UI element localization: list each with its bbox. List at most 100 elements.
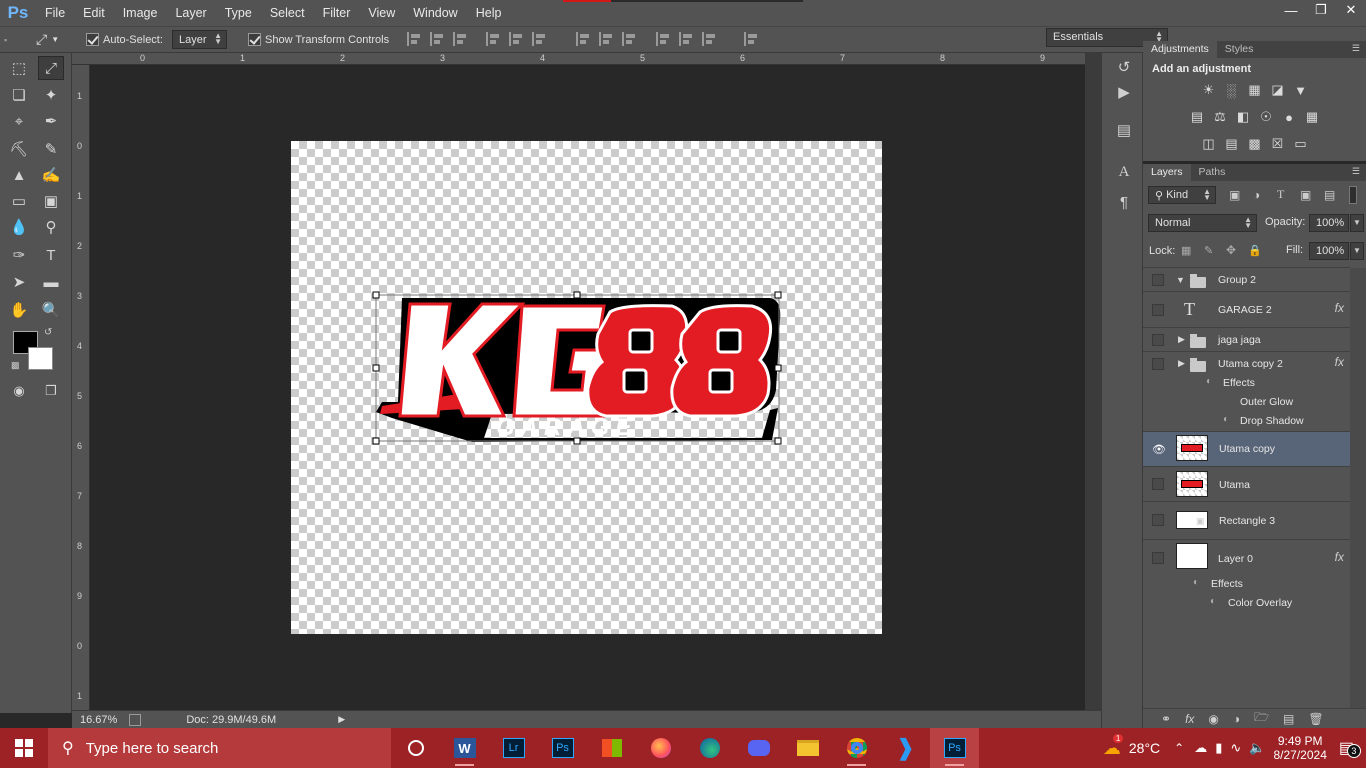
crop-tool-icon[interactable]: ⌖ — [6, 109, 32, 133]
transform-handle[interactable] — [774, 291, 782, 299]
menu-edit[interactable]: Edit — [74, 0, 114, 26]
chevron-up-icon[interactable]: ⌃ — [1174, 741, 1184, 755]
effect-visibility-icon[interactable]: ◐ — [1193, 577, 1199, 588]
delete-layer-icon[interactable]: 🗑 — [1308, 712, 1323, 726]
menu-select[interactable]: Select — [261, 0, 314, 26]
link-layers-icon[interactable]: ⚭ — [1161, 712, 1171, 726]
history-brush-tool-icon[interactable]: ✍ — [38, 163, 64, 187]
photoshop-taskbar-icon[interactable]: Ps — [538, 728, 587, 768]
expand-arrow-icon[interactable]: ▶ — [1178, 334, 1185, 345]
layer-row[interactable]: Utama — [1143, 467, 1350, 502]
layers-scrollbar[interactable] — [1350, 268, 1366, 708]
magic-wand-tool-icon[interactable]: ✦ — [38, 83, 64, 107]
wifi-icon[interactable]: ∿ — [1230, 740, 1241, 756]
quick-mask-icon[interactable]: ◉ — [6, 379, 32, 403]
layer-row-selected[interactable]: 👁 Utama copy — [1143, 432, 1350, 467]
paragraph-panel-icon[interactable]: ¶ — [1115, 193, 1133, 211]
posterize-icon[interactable]: ▤ — [1223, 136, 1241, 152]
tab-adjustments[interactable]: Adjustments — [1143, 41, 1217, 58]
actions-panel-icon[interactable]: ▶ — [1115, 83, 1133, 101]
auto-select-checkbox[interactable] — [86, 33, 99, 46]
layer-effects-icon[interactable]: fx — [1335, 550, 1344, 564]
tab-styles[interactable]: Styles — [1217, 41, 1262, 58]
visibility-toggle[interactable] — [1152, 514, 1164, 526]
transform-handle[interactable] — [774, 364, 782, 372]
layer-effects-icon[interactable]: fx — [1335, 355, 1344, 369]
store-icon[interactable] — [587, 728, 636, 768]
effect-outer-glow[interactable]: Outer Glow — [1240, 396, 1293, 408]
threshold-icon[interactable]: ▩ — [1246, 136, 1264, 152]
brush-tool-icon[interactable]: ✎ — [38, 137, 64, 161]
hue-saturation-icon[interactable]: ▤ — [1188, 109, 1206, 125]
screen-mode-icon[interactable]: ❐ — [38, 379, 64, 403]
clock[interactable]: 9:49 PM 8/27/2024 — [1273, 734, 1326, 762]
distribute-vcenter-icon[interactable] — [599, 32, 613, 46]
transform-handle[interactable] — [573, 291, 581, 299]
channel-mixer-icon[interactable]: ● — [1280, 109, 1298, 125]
layer-row[interactable]: T GARAGE 2 fx — [1143, 292, 1350, 328]
menu-help[interactable]: Help — [467, 0, 511, 26]
volume-icon[interactable]: 🔈 — [1249, 740, 1265, 756]
notification-icon[interactable]: ▤3 — [1339, 738, 1361, 758]
menu-type[interactable]: Type — [216, 0, 261, 26]
pen-tool-icon[interactable]: ✑ — [6, 243, 32, 267]
invert-icon[interactable]: ◫ — [1200, 136, 1218, 152]
align-vcenter-icon[interactable] — [430, 32, 444, 46]
new-layer-icon[interactable]: ▤ — [1283, 712, 1294, 726]
collapse-arrow-icon[interactable]: ▼ — [1176, 275, 1185, 285]
gradient-tool-icon[interactable]: ▣ — [38, 189, 64, 213]
default-colors-icon[interactable]: ▩ — [11, 360, 20, 371]
menu-view[interactable]: View — [359, 0, 404, 26]
visibility-toggle[interactable] — [1152, 334, 1164, 346]
levels-icon[interactable]: ░ — [1223, 82, 1241, 98]
type-tool-icon[interactable]: T — [38, 243, 64, 267]
firefox-icon[interactable] — [636, 728, 685, 768]
expand-arrow-icon[interactable]: ▶ — [1178, 358, 1185, 369]
filter-toggle[interactable] — [1349, 186, 1357, 204]
layer-filter-dropdown[interactable]: ⚲ Kind ▲ ▼ — [1148, 186, 1216, 204]
filter-pixel-icon[interactable]: ▣ — [1229, 188, 1240, 202]
color-balance-icon[interactable]: ⚖ — [1211, 109, 1229, 125]
effect-visibility-icon[interactable]: ◐ — [1210, 596, 1216, 607]
restore-icon[interactable]: ❐ — [1306, 0, 1336, 20]
effect-visibility-icon[interactable]: ◐ — [1223, 414, 1229, 425]
gradient-map-icon[interactable]: ▭ — [1292, 136, 1310, 152]
align-right-icon[interactable] — [532, 32, 546, 46]
distribute-right-icon[interactable] — [702, 32, 716, 46]
auto-select-option[interactable]: Auto-Select: — [86, 27, 163, 52]
close-icon[interactable]: ✕ — [1336, 0, 1366, 20]
layer-row[interactable]: ▶ Utama copy 2 fx ◐ Effects Outer Glow ◐… — [1143, 352, 1350, 432]
status-info-icon[interactable] — [129, 713, 142, 726]
align-top-icon[interactable] — [407, 32, 421, 46]
visibility-toggle[interactable] — [1152, 552, 1164, 564]
black-white-icon[interactable]: ◧ — [1234, 109, 1252, 125]
discord-icon[interactable] — [734, 728, 783, 768]
character-panel-icon[interactable]: A — [1115, 163, 1133, 181]
filter-shape-icon[interactable]: ▣ — [1300, 188, 1311, 202]
minimize-icon[interactable]: — — [1276, 0, 1306, 20]
color-lookup-icon[interactable]: ▦ — [1303, 109, 1321, 125]
new-fill-layer-icon[interactable]: ◑ — [1233, 712, 1240, 726]
transform-handle[interactable] — [774, 437, 782, 445]
move-tool-icon[interactable]: ⤢ — [38, 56, 64, 80]
new-group-icon[interactable]: 🗁 — [1254, 708, 1269, 729]
word-icon[interactable]: W — [440, 728, 489, 768]
clone-stamp-tool-icon[interactable]: ▲ — [6, 163, 32, 187]
menu-layer[interactable]: Layer — [166, 0, 215, 26]
taskbar-search[interactable]: ⚲ Type here to search — [48, 728, 391, 768]
lock-position-icon[interactable]: ✥ — [1226, 243, 1236, 257]
start-button[interactable] — [0, 728, 48, 768]
add-mask-icon[interactable]: ◉ — [1208, 712, 1218, 726]
temperature[interactable]: 28°C — [1129, 740, 1160, 756]
photo-filter-icon[interactable]: ☉ — [1257, 109, 1275, 125]
file-explorer-icon[interactable] — [783, 728, 832, 768]
distribute-hcenter-icon[interactable] — [679, 32, 693, 46]
lightroom-icon[interactable]: Lr — [489, 728, 538, 768]
dodge-tool-icon[interactable]: ⚲ — [38, 215, 64, 239]
show-transform-option[interactable]: Show Transform Controls — [248, 27, 389, 52]
menu-image[interactable]: Image — [114, 0, 167, 26]
panel-menu-icon[interactable]: ☰ — [1352, 166, 1360, 177]
layer-row[interactable]: Layer 0 fx ◐ Effects ◐ Color Overlay — [1143, 540, 1350, 616]
align-bottom-icon[interactable] — [453, 32, 467, 46]
transform-handle[interactable] — [372, 364, 380, 372]
